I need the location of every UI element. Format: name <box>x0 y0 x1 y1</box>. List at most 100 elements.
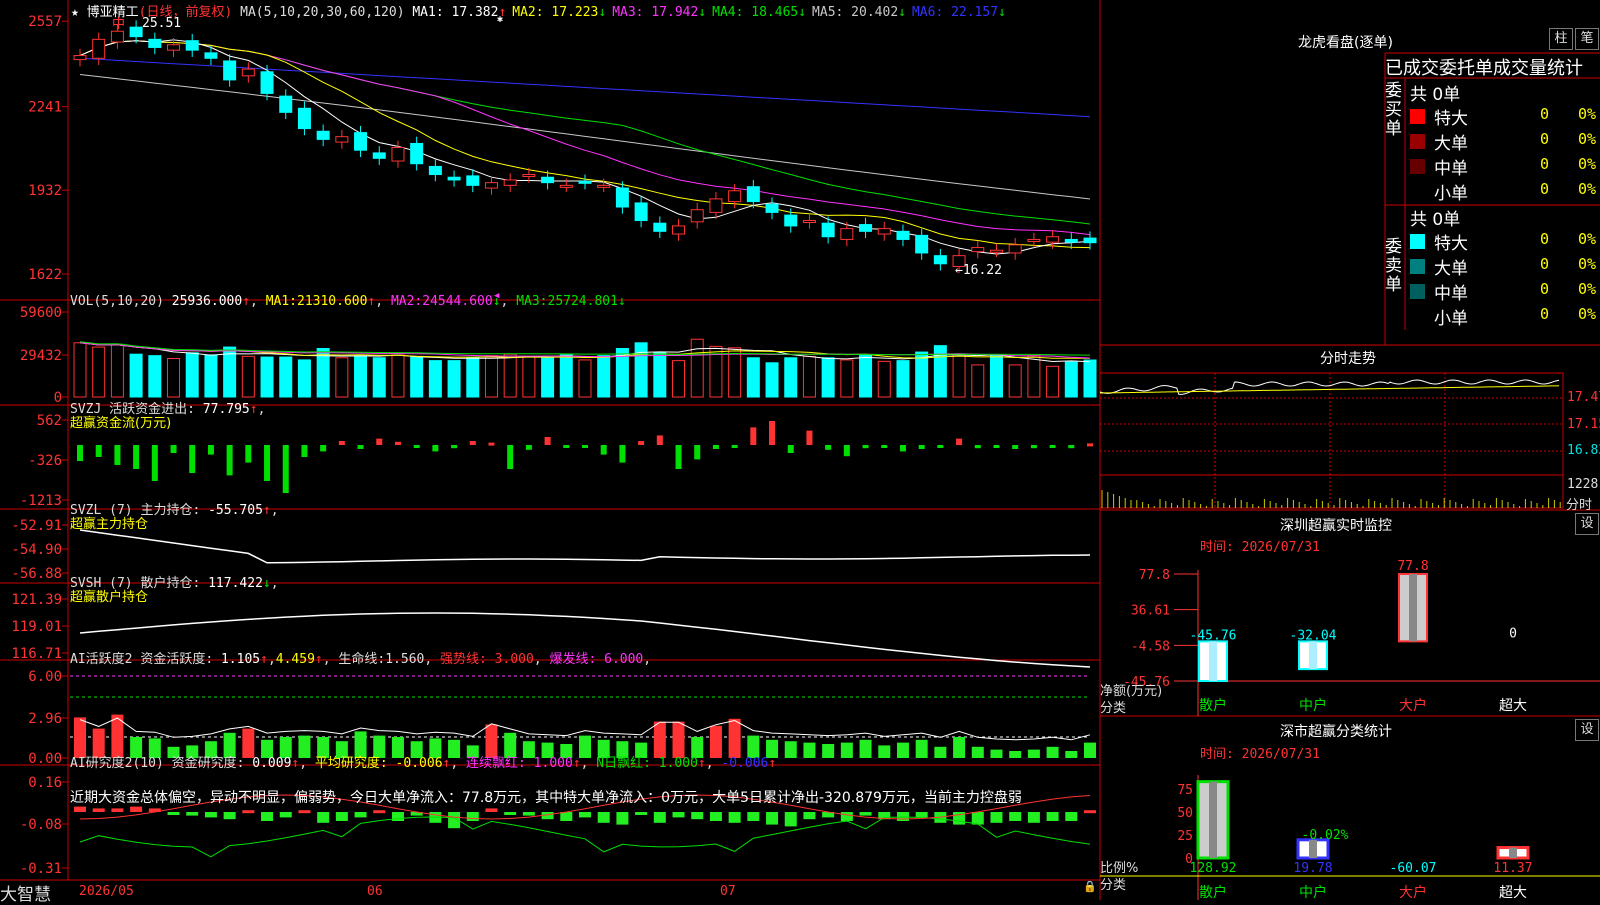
candle-40 <box>821 222 835 238</box>
svzj-bar-1 <box>95 445 102 457</box>
intraday-tick-0: 17.47 <box>1567 390 1600 405</box>
vol-bar-22 <box>484 355 498 398</box>
candle-4 <box>148 38 162 48</box>
svzj-value: 77.795 <box>202 402 250 417</box>
lock-icon[interactable]: 🔒 <box>1083 880 1097 893</box>
ai2-bar-54 <box>1084 810 1096 814</box>
vol-bar-0 <box>73 342 87 398</box>
candle-12 <box>297 107 311 130</box>
svzj-bar-22 <box>488 442 495 446</box>
ai2-bar-42 <box>859 812 872 816</box>
vol-bar-10 <box>260 356 274 398</box>
buy-label: 委买单 <box>1385 81 1402 139</box>
svzj-bar-36 <box>750 427 757 445</box>
ai2-bar-8 <box>223 812 236 820</box>
candle-9 <box>241 68 255 77</box>
ai1-v2: 4.459 <box>275 652 315 667</box>
ai2-bar-30 <box>635 812 648 815</box>
ai2-bar-33 <box>691 812 704 820</box>
ai2-bar-1 <box>92 808 105 812</box>
ai2-bar-11 <box>279 812 292 818</box>
vol-bar-14 <box>335 357 349 398</box>
monitor-tick-1: 36.61 <box>1131 604 1170 619</box>
vol-ma2: 24544.600 <box>422 294 493 309</box>
ai2-bar-52 <box>1046 812 1059 821</box>
monitor-cat-0: 散户 <box>1199 697 1227 714</box>
tick-mode-button[interactable]: 笔 <box>1575 28 1599 50</box>
vol-bar-20 <box>447 360 461 398</box>
candle-45 <box>915 234 929 254</box>
vol-bar-28 <box>597 355 611 398</box>
ai2-bar-41 <box>840 812 853 821</box>
sell-row-name-0: 特大 <box>1434 234 1468 254</box>
column-mode-button[interactable]: 柱 <box>1549 28 1573 50</box>
candle-39 <box>802 220 816 224</box>
svzl-value: -55.705 <box>208 503 263 518</box>
svzj-bar-51 <box>1030 445 1037 449</box>
svzj-bar-47 <box>956 438 963 445</box>
ai2-bar-24 <box>522 812 535 816</box>
classify-title: 深市超赢分类统计 <box>1280 724 1392 740</box>
monitor-bar-core-2 <box>1409 574 1417 642</box>
sell-swatch-1 <box>1410 259 1425 274</box>
svsh-tick-1: 119.01 <box>11 619 62 635</box>
main-header: ★ 博亚精工(日线，前复权) MA(5,10,20,30,60,120) MA1… <box>71 1 1012 20</box>
svzj-bar-12 <box>301 445 308 457</box>
svzl-label: 主力持仓: <box>140 503 201 518</box>
date-label-2: 07 <box>720 884 736 899</box>
stock-period: (日线，前复权) <box>138 5 233 20</box>
classify-settings-button[interactable]: 设 <box>1575 719 1599 741</box>
vol-bar-36 <box>746 357 760 398</box>
vol-bar-39 <box>802 355 816 398</box>
ai2-bar-6 <box>186 812 199 816</box>
ai2-last: -0.006 <box>721 756 769 771</box>
candle-29 <box>615 187 629 208</box>
monitor-settings-button[interactable]: 设 <box>1575 513 1599 535</box>
vol-bar-18 <box>410 356 424 398</box>
ai2-bar-12 <box>298 810 311 814</box>
ai2-bar-27 <box>579 812 591 818</box>
vol-ma3: 25724.801 <box>547 294 618 309</box>
ai2-bar-3 <box>130 806 143 812</box>
candle-37 <box>765 203 779 213</box>
sell-swatch-2 <box>1410 284 1425 299</box>
svzj-bar-9 <box>245 445 252 463</box>
buy-row-count-1: 0 <box>1540 130 1550 148</box>
svzj-bar-48 <box>974 445 981 449</box>
candle-48 <box>971 247 985 253</box>
ai2-value: 0.009 <box>252 756 292 771</box>
buy-row-count-3: 0 <box>1540 180 1550 198</box>
buy-swatch-1 <box>1410 134 1425 149</box>
candle-19 <box>428 165 442 176</box>
buy-row-name-3: 小单 <box>1434 184 1468 204</box>
vol-bar-15 <box>354 355 368 398</box>
ai2-nred: N日飘红: 1.000 <box>596 756 698 771</box>
ai1-bar-41 <box>840 742 853 758</box>
vol-bar-54 <box>1083 359 1097 398</box>
vol-bar-21 <box>466 357 480 398</box>
svsh-value: 117.422 <box>208 576 263 591</box>
vol-title: VOL(5,10,20) <box>70 294 164 309</box>
stock-name[interactable]: 博亚精工 <box>87 5 139 20</box>
vol-bar-30 <box>634 342 648 398</box>
ai2-bar-51 <box>1027 812 1040 823</box>
buy-row-name-2: 中单 <box>1434 159 1468 179</box>
candle-8 <box>223 60 237 81</box>
candle-43 <box>877 228 891 235</box>
monitor-title: 深圳超赢实时监控 <box>1280 518 1392 534</box>
vol-bar-42 <box>859 354 873 398</box>
vol-tick-0: 59600 <box>20 305 62 321</box>
ai1-bar-43 <box>878 745 891 758</box>
classify-tick-1: 50 <box>1177 806 1193 821</box>
sell-total: 共 0单 <box>1410 210 1461 230</box>
ai2-bar-36 <box>747 812 760 821</box>
vol-bar-31 <box>653 352 667 398</box>
classify-bar-core-3 <box>1509 847 1517 858</box>
ma-value-2: MA2: 17.223↓ <box>512 5 607 20</box>
svzj-bar-16 <box>376 438 383 445</box>
ai1-bar-42 <box>859 739 872 758</box>
svzl-tick-2: -56.88 <box>11 566 62 582</box>
classify-value-0: 128.92 <box>1190 861 1237 876</box>
ai2-bar-50 <box>1009 812 1022 821</box>
sell-row-count-0: 0 <box>1540 230 1550 248</box>
